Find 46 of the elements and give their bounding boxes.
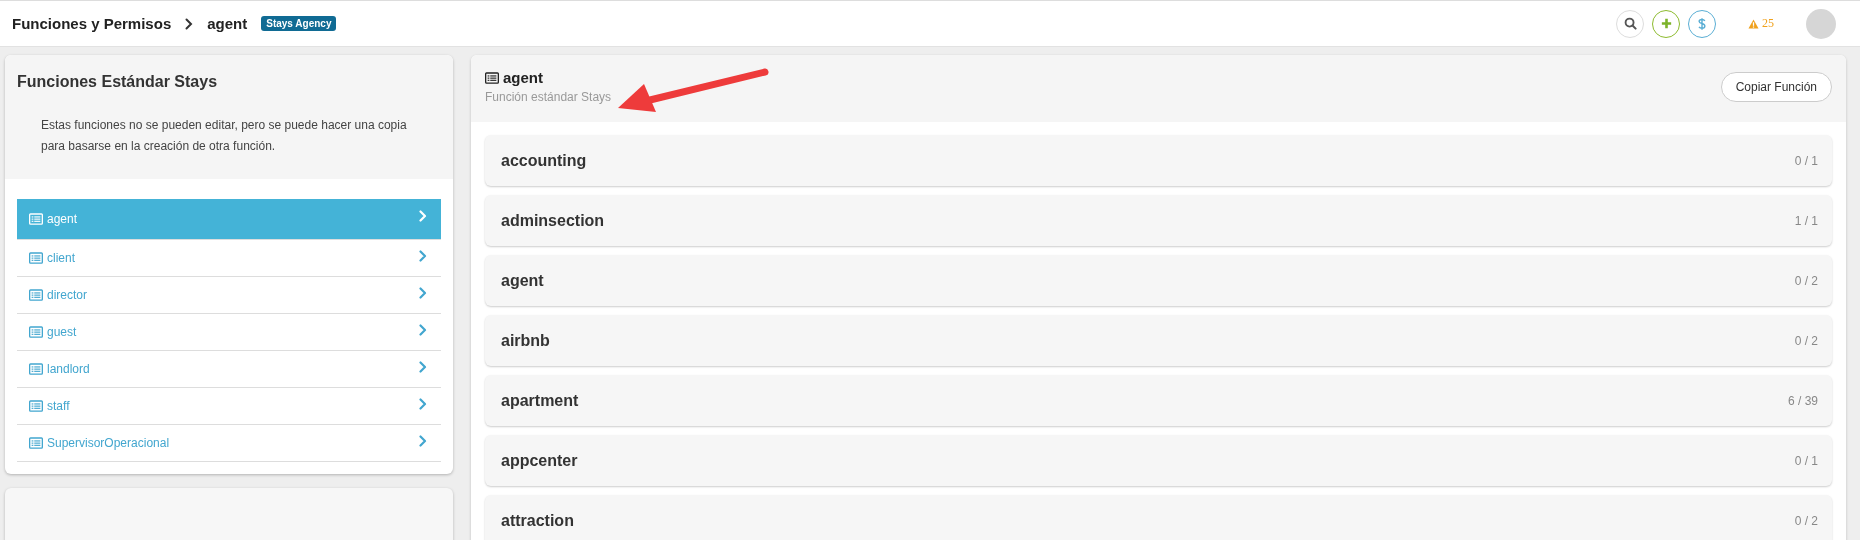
add-button[interactable] xyxy=(1652,9,1680,38)
list-icon xyxy=(29,400,43,412)
permission-count: 0 / 2 xyxy=(1794,513,1818,528)
chevron-right-icon xyxy=(419,287,427,299)
plus-icon xyxy=(1659,17,1673,30)
chevron-right-icon xyxy=(419,398,427,410)
list-icon xyxy=(29,289,43,301)
chevron-right-icon xyxy=(419,250,427,262)
chevron-right-icon xyxy=(419,210,427,222)
panel-title: Funciones Estándar Stays xyxy=(17,73,219,91)
agency-badge: Stays Agency xyxy=(261,16,337,31)
list-icon xyxy=(485,71,499,84)
chevron-right-icon xyxy=(419,324,427,336)
dollar-icon xyxy=(1697,16,1707,31)
permission-section[interactable]: airbnb 0 / 2 xyxy=(485,315,1832,366)
list-icon xyxy=(29,252,43,264)
breadcrumb-item[interactable]: Funciones y Permisos xyxy=(12,15,172,32)
list-icon xyxy=(29,326,43,338)
permission-section[interactable]: adminsection 1 / 1 xyxy=(485,195,1832,246)
permission-section[interactable]: accounting 0 / 1 xyxy=(485,135,1832,186)
permission-count: 0 / 1 xyxy=(1794,453,1818,468)
permission-section[interactable]: apartment 6 / 39 xyxy=(485,375,1832,426)
chevron-right-icon xyxy=(419,435,427,447)
user-avatar[interactable] xyxy=(1806,8,1836,39)
permission-count: 0 / 2 xyxy=(1794,333,1818,348)
permission-count: 1 / 1 xyxy=(1794,213,1818,228)
chevron-right-icon xyxy=(419,361,427,373)
permission-section[interactable]: appcenter 0 / 1 xyxy=(485,435,1832,486)
breadcrumb-item: agent xyxy=(207,15,248,32)
permission-count: 6 / 39 xyxy=(1787,393,1818,408)
search-icon xyxy=(1623,17,1637,30)
search-button[interactable] xyxy=(1616,9,1644,38)
list-icon xyxy=(29,363,43,375)
panel-description: Estas funciones no se pueden editar, pero se puede hacer una copia para basarse en la creación de otra función. xyxy=(41,117,408,155)
function-title: agent xyxy=(503,69,543,86)
permission-section[interactable]: attraction 0 / 2 xyxy=(485,495,1832,540)
chevron-right-icon xyxy=(185,17,194,30)
warning-icon xyxy=(1748,18,1759,29)
list-icon xyxy=(29,437,43,449)
list-icon xyxy=(29,213,43,225)
permission-count: 0 / 2 xyxy=(1794,273,1818,288)
permission-section[interactable]: agent 0 / 2 xyxy=(485,255,1832,306)
copy-function-button[interactable]: Copiar Función xyxy=(1720,71,1832,102)
permission-count: 0 / 1 xyxy=(1794,153,1818,168)
function-subtitle: Función estándar Stays xyxy=(485,90,613,104)
dollar-button[interactable] xyxy=(1688,9,1716,38)
